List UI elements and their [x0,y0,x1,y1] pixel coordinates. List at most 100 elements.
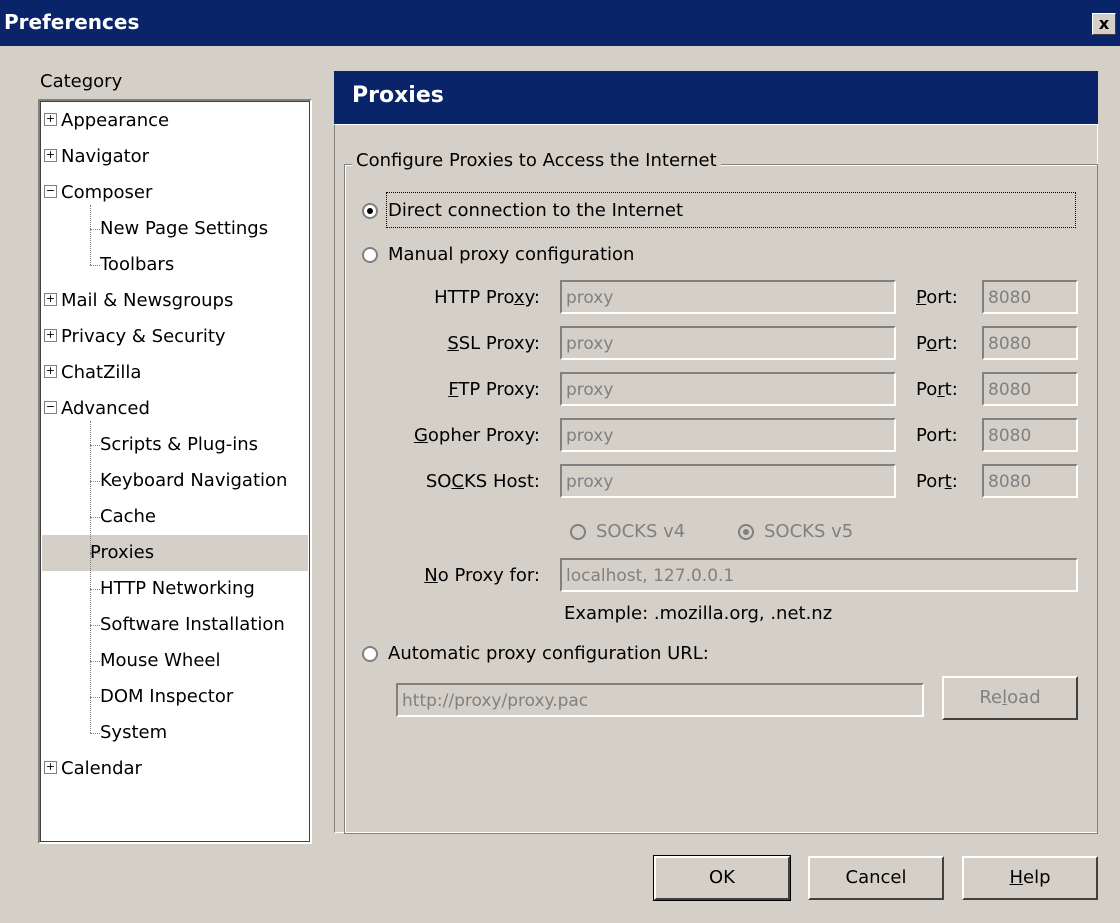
tree-item-chatzilla[interactable]: + ChatZilla [44,355,141,391]
proxy-host-input[interactable]: proxy [560,464,896,498]
manual-proxy-radio[interactable]: Manual proxy configuration [362,244,634,265]
expand-icon[interactable]: + [44,364,57,378]
socks-v4-label: SOCKS v4 [596,521,686,542]
tree-connector [90,205,91,265]
radio-icon [362,203,378,219]
tree-item-system[interactable]: System [100,715,167,751]
port-input[interactable]: 8080 [982,326,1078,360]
tree-item-mouse-wheel[interactable]: Mouse Wheel [100,643,220,679]
tree-connector [90,421,91,733]
tree-item-label: Toolbars [100,254,175,275]
tree-item-navigator[interactable]: + Navigator [44,139,149,175]
tree-item-cache[interactable]: Cache [100,499,156,535]
tree-item-label: Advanced [61,398,150,419]
radio-icon [738,524,754,540]
collapse-icon[interactable]: − [44,400,57,414]
tree-item-label: DOM Inspector [100,686,234,707]
no-proxy-input[interactable]: localhost, 127.0.0.1 [560,558,1078,592]
tree-item-label: Cache [100,506,156,527]
no-proxy-label: No Proxy for: [424,565,540,586]
title-bar: Preferences x [0,0,1120,46]
tree-item-label: Navigator [61,146,150,167]
socks-v4-radio[interactable]: SOCKS v4 [570,521,685,542]
tree-item-appearance[interactable]: + Appearance [44,103,169,139]
tree-item-label: Software Installation [100,614,285,635]
auto-proxy-url-input[interactable]: http://proxy/proxy.pac [396,683,924,717]
port-input[interactable]: 8080 [982,280,1078,314]
cancel-button[interactable]: Cancel [808,856,944,900]
tree-item-label: Appearance [61,110,170,131]
tree-connector [90,589,100,590]
tree-item-label: Keyboard Navigation [100,470,288,491]
tree-connector [90,481,100,482]
expand-icon[interactable]: + [44,292,57,306]
tree-connector [90,229,100,230]
close-icon: x [1098,14,1110,33]
port-input[interactable]: 8080 [982,464,1078,498]
category-tree[interactable]: + Appearance + Navigator − Composer New Page S… [38,99,312,844]
expand-icon[interactable]: + [44,328,57,342]
tree-connector [90,445,100,446]
tree-item-privacy-security[interactable]: + Privacy & Security [44,319,226,355]
port-label: Port: [916,333,958,354]
proxy-host-input[interactable]: proxy [560,372,896,406]
tree-item-toolbars[interactable]: Toolbars [100,247,174,283]
auto-proxy-label: Automatic proxy configuration URL: [388,643,709,664]
tree-item-label: Scripts & Plug-ins [100,434,259,455]
port-label: Port: [916,379,958,400]
proxy-label: SOCKS Host: [425,471,540,492]
tree-item-proxies[interactable]: Proxies [42,535,308,571]
tree-item-label: New Page Settings [100,218,269,239]
direct-connection-radio[interactable]: Direct connection to the Internet [362,200,683,221]
proxy-label: SSL Proxy: [447,333,540,354]
expand-icon[interactable]: + [44,760,57,774]
manual-proxy-label: Manual proxy configuration [388,244,635,265]
tree-item-label: HTTP Networking [100,578,255,599]
proxy-label: FTP Proxy: [448,379,540,400]
auto-proxy-radio[interactable]: Automatic proxy configuration URL: [362,643,709,664]
tree-item-http-networking[interactable]: HTTP Networking [100,571,255,607]
tree-item-label: Mouse Wheel [100,650,221,671]
ok-button[interactable]: OK [653,855,791,901]
panel-title: Proxies [352,83,444,108]
tree-item-composer[interactable]: − Composer [44,175,152,211]
socks-v5-label: SOCKS v5 [764,521,854,542]
tree-connector [90,517,100,518]
port-label: Port: [916,425,958,446]
tree-connector [90,733,100,734]
tree-item-dom-inspector[interactable]: DOM Inspector [100,679,233,715]
tree-item-calendar[interactable]: + Calendar [44,751,142,787]
expand-icon[interactable]: + [44,112,57,126]
collapse-icon[interactable]: − [44,184,57,198]
tree-item-advanced[interactable]: − Advanced [44,391,150,427]
port-label: Port: [916,287,958,308]
proxy-host-input[interactable]: proxy [560,326,896,360]
help-button[interactable]: Help [962,856,1098,900]
expand-icon[interactable]: + [44,148,57,162]
radio-icon [570,524,586,540]
socks-v5-radio[interactable]: SOCKS v5 [738,521,853,542]
reload-button[interactable]: Reload [942,676,1078,720]
tree-item-label: ChatZilla [61,362,142,383]
tree-item-label: System [100,722,168,743]
tree-item-mail-newsgroups[interactable]: + Mail & Newsgroups [44,283,233,319]
port-input[interactable]: 8080 [982,372,1078,406]
tree-item-label: Privacy & Security [61,326,226,347]
window-title: Preferences [4,10,140,34]
close-button[interactable]: x [1092,13,1116,35]
proxy-label: HTTP Proxy: [434,287,540,308]
tree-item-software-installation[interactable]: Software Installation [100,607,285,643]
tree-connector [90,553,100,554]
port-label: Port: [916,471,958,492]
tree-connector [90,661,100,662]
category-label: Category [40,71,123,92]
tree-item-scripts-plug-ins[interactable]: Scripts & Plug-ins [100,427,258,463]
tree-item-label: Calendar [61,758,142,779]
tree-item-new-page-settings[interactable]: New Page Settings [100,211,268,247]
tree-connector [90,625,100,626]
tree-item-keyboard-navigation[interactable]: Keyboard Navigation [100,463,287,499]
proxy-host-input[interactable]: proxy [560,418,896,452]
tree-item-label: Composer [61,182,153,203]
proxy-host-input[interactable]: proxy [560,280,896,314]
port-input[interactable]: 8080 [982,418,1078,452]
